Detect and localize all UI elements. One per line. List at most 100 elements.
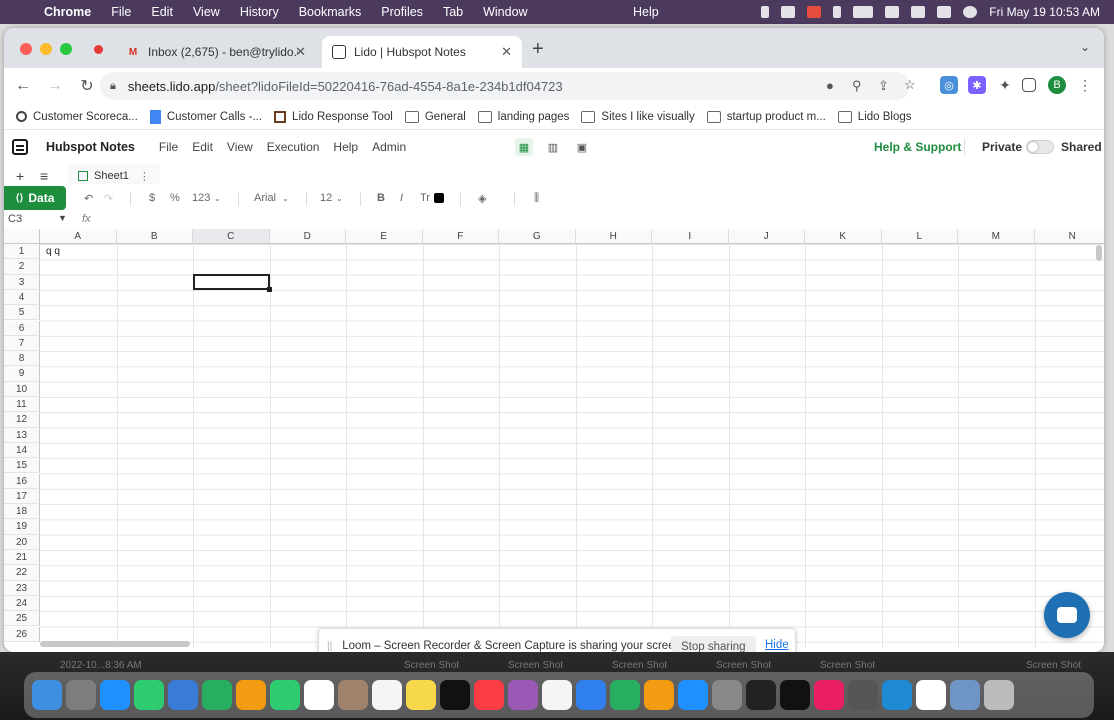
new-tab-button[interactable]: + (532, 38, 544, 61)
column-header-m[interactable]: M (958, 229, 1035, 244)
tab-lido[interactable]: Lido | Hubspot Notes ✕ (322, 36, 522, 68)
document-title[interactable]: Hubspot Notes (46, 140, 135, 154)
column-header-e[interactable]: E (346, 229, 423, 244)
finder-icon[interactable] (32, 680, 62, 710)
bookmark-general[interactable]: General (404, 110, 466, 123)
control-center-icon[interactable] (937, 6, 952, 18)
grid-view-icon[interactable]: ▦ (515, 138, 533, 156)
extension-icon[interactable]: ✱ (968, 76, 986, 94)
row-header-23[interactable]: 23 (4, 580, 40, 596)
undo-icon[interactable]: ↶ (84, 192, 93, 205)
zoom-window-button[interactable] (60, 43, 72, 55)
desktop-file-label[interactable]: Screen Shot (716, 660, 771, 671)
sharing-toggle[interactable] (1026, 140, 1054, 154)
desktop-file-label[interactable]: Screen Shot (1026, 660, 1081, 671)
menu-tab[interactable]: Tab (443, 5, 463, 19)
column-header-h[interactable]: H (575, 229, 652, 244)
notes-icon[interactable] (406, 680, 436, 710)
app-menu-admin[interactable]: Admin (372, 140, 406, 154)
selected-cell-c3[interactable] (193, 274, 272, 292)
dashboard-view-icon[interactable]: ▣ (573, 138, 591, 156)
desktop-file-label[interactable]: Screen Shot (508, 660, 563, 671)
column-header-a[interactable]: A (40, 229, 117, 244)
keynote-icon[interactable] (576, 680, 606, 710)
terminal-icon[interactable] (780, 680, 810, 710)
messages-icon[interactable] (134, 680, 164, 710)
forward-icon[interactable]: → (42, 77, 68, 95)
music-icon[interactable] (474, 680, 504, 710)
column-header-b[interactable]: B (116, 229, 193, 244)
desktop-file-label[interactable]: Screen Shot (820, 660, 875, 671)
desktop-file-label[interactable]: 2022-10...8:36 AM (60, 660, 142, 671)
hide-banner-link[interactable]: Hide (765, 639, 789, 651)
avatar[interactable]: B (1048, 76, 1066, 94)
column-header-n[interactable]: N (1034, 229, 1104, 244)
menu-profiles[interactable]: Profiles (381, 5, 423, 19)
search-icon[interactable] (911, 6, 926, 18)
safari-icon[interactable] (100, 680, 130, 710)
tv-icon[interactable] (440, 680, 470, 710)
row-header-1[interactable]: 1 (4, 244, 40, 260)
bookmark-sites-i-like[interactable]: Sites I like visually (581, 110, 695, 123)
mic-icon[interactable] (761, 6, 770, 18)
calendar-icon[interactable] (304, 680, 334, 710)
chrome-icon[interactable] (916, 680, 946, 710)
redo-icon[interactable]: ↷ (104, 192, 113, 205)
row-header-21[interactable]: 21 (4, 550, 40, 566)
help-support-link[interactable]: Help & Support (874, 140, 961, 154)
row-header-9[interactable]: 9 (4, 366, 40, 382)
mic-icon[interactable]: ● (826, 78, 834, 93)
currency-format-button[interactable]: $ (149, 192, 155, 204)
app-menu-help[interactable]: Help (333, 140, 358, 154)
italic-button[interactable]: I (400, 192, 403, 204)
cell-a1[interactable]: q q (46, 246, 60, 257)
bluetooth-icon[interactable] (833, 6, 842, 18)
puzzle-icon[interactable]: ✦ (996, 76, 1014, 94)
row-header-6[interactable]: 6 (4, 320, 40, 336)
zoom-icon[interactable]: ⚲ (852, 78, 862, 94)
contacts-icon[interactable] (338, 680, 368, 710)
row-header-13[interactable]: 13 (4, 427, 40, 443)
lock-icon[interactable]: 🔒︎ (110, 80, 116, 93)
column-header-j[interactable]: J (728, 229, 805, 244)
row-header-25[interactable]: 25 (4, 611, 40, 627)
row-header-19[interactable]: 19 (4, 519, 40, 535)
app-menu-file[interactable]: File (159, 140, 178, 154)
row-header-17[interactable]: 17 (4, 488, 40, 505)
bookmark-startup-product[interactable]: startup product m... (706, 110, 826, 123)
calculator-icon[interactable] (848, 680, 878, 710)
close-tab-icon[interactable]: ✕ (295, 44, 306, 60)
percent-format-button[interactable]: % (170, 192, 180, 204)
bookmark-customer-scorecard[interactable]: Customer Scoreca... (16, 111, 138, 123)
bookmark-lido-blogs[interactable]: Lido Blogs (837, 110, 912, 123)
chevron-down-icon[interactable]: ⌄ (282, 194, 289, 203)
app-menu-edit[interactable]: Edit (192, 140, 213, 154)
desktop-file-label[interactable]: Screen Shot (612, 660, 667, 671)
row-header-18[interactable]: 18 (4, 504, 40, 520)
share-icon[interactable]: ⇪ (878, 78, 889, 94)
desktop-file-label[interactable]: Screen Shot (404, 660, 459, 671)
column-header-l[interactable]: L (881, 229, 958, 244)
row-header-7[interactable]: 7 (4, 335, 40, 352)
horizontal-scrollbar[interactable] (40, 641, 190, 647)
facetime-icon[interactable] (270, 680, 300, 710)
row-header-12[interactable]: 12 (4, 412, 40, 428)
appstore-icon[interactable] (678, 680, 708, 710)
tab-gmail[interactable]: M Inbox (2,675) - ben@trylido.co ✕ (116, 36, 316, 68)
reload-icon[interactable]: ↻ (74, 76, 100, 96)
menu-window[interactable]: Window (483, 5, 527, 19)
bookmark-star-icon[interactable]: ☆ (904, 77, 916, 93)
reminders-icon[interactable] (372, 680, 402, 710)
chat-support-button[interactable] (1044, 592, 1090, 638)
row-header-8[interactable]: 8 (4, 351, 40, 367)
chevron-down-icon[interactable]: ⌄ (214, 194, 221, 203)
row-header-11[interactable]: 11 (4, 397, 40, 413)
close-window-button[interactable] (20, 43, 32, 55)
menu-file[interactable]: File (111, 5, 131, 19)
lido-logo-icon[interactable] (12, 139, 28, 155)
column-header-i[interactable]: I (652, 229, 729, 244)
menu-view[interactable]: View (193, 5, 220, 19)
column-header-k[interactable]: K (805, 229, 882, 244)
pages-icon[interactable] (644, 680, 674, 710)
bold-button[interactable]: B (377, 192, 385, 204)
